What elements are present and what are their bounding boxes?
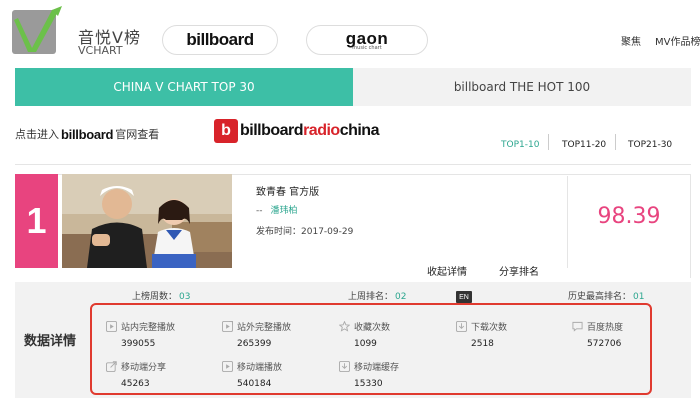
metric-mobile-share: 移动端分享 45263 (106, 360, 166, 389)
tab-china-v-chart[interactable]: CHINA V CHART TOP 30 (15, 68, 353, 106)
release-date: 2017-09-29 (301, 227, 354, 237)
billboard-site-link[interactable]: 点击进入 billboard 官网查看 (15, 126, 159, 142)
metric-baidu-heat: 百度热度 572706 (572, 320, 623, 349)
link-suffix: 官网查看 (115, 128, 160, 141)
share-icon (106, 361, 117, 372)
weeks-on-chart-value: 03 (179, 292, 191, 302)
brc-radio: radio (303, 122, 340, 139)
metric-value: 265399 (237, 339, 272, 349)
logo-subtitle: VCHART (78, 44, 123, 57)
metric-external-full-play: 站外完整播放 265399 (222, 320, 291, 349)
external-play-icon (222, 321, 233, 332)
weeks-on-chart-label: 上榜周数： (132, 292, 178, 302)
metric-site-full-play: 站内完整播放 399055 (106, 320, 175, 349)
metric-favorites: 收藏次数 1099 (339, 320, 390, 349)
divider (15, 164, 691, 165)
billboard-inline-logo: billboard (61, 126, 114, 142)
metric-label: 站内完整播放 (121, 323, 176, 333)
metric-value: 15330 (354, 379, 383, 389)
billboard-b-icon: b (214, 119, 238, 143)
range-tab-top1-10[interactable]: TOP1-10 (501, 140, 539, 150)
tab-billboard-hot-100[interactable]: billboard THE HOT 100 (353, 68, 691, 106)
metric-label: 收藏次数 (354, 323, 391, 333)
metric-value: 572706 (587, 339, 622, 349)
peak-rank-value: 01 (633, 292, 645, 302)
gaon-logo: gaon (345, 28, 389, 48)
weeks-on-chart: 上榜周数： 03 (132, 289, 190, 302)
comment-icon (572, 321, 583, 332)
metric-label: 站外完整播放 (237, 323, 292, 333)
gaon-partner-button[interactable]: gaon music chart (306, 25, 428, 55)
site-header: 音悦V榜 VCHART billboard gaon music chart 聚… (0, 0, 700, 68)
metric-value: 1099 (354, 339, 377, 349)
star-icon (339, 321, 350, 332)
artist-prefix: -- (256, 206, 263, 216)
brc-china: china (339, 122, 380, 139)
peak-rank: 历史最高排名： 01 (568, 289, 644, 302)
song-artist-line: -- 潘玮柏 (256, 203, 298, 216)
artist-link[interactable]: 潘玮柏 (271, 206, 298, 216)
brc-billboard: billboard (240, 122, 304, 139)
metric-value: 2518 (471, 339, 494, 349)
metric-mobile-play: 移动端播放 540184 (222, 360, 282, 389)
peak-rank-label: 历史最高排名： (568, 292, 632, 302)
metric-label: 百度热度 (587, 323, 624, 333)
metric-downloads: 下载次数 2518 (456, 320, 507, 349)
billboard-partner-button[interactable]: billboard (162, 25, 278, 55)
nav-link-focus[interactable]: 聚焦 (621, 33, 641, 48)
release-date-line: 发布时间：2017-09-29 (256, 224, 353, 237)
share-rank-button[interactable]: 分享排名 (499, 263, 539, 278)
link-prefix: 点击进入 (15, 128, 59, 141)
release-date-label: 发布时间： (256, 227, 302, 237)
vchart-logo-icon[interactable] (12, 6, 70, 56)
en-badge[interactable]: EN (456, 291, 472, 303)
range-tab-top11-20[interactable]: TOP11-20 (562, 140, 606, 150)
download-icon (456, 321, 467, 332)
metric-label: 下载次数 (471, 323, 508, 333)
chart-score: 98.39 (597, 204, 661, 229)
range-tab-top21-30[interactable]: TOP21-30 (628, 140, 672, 150)
gaon-logo-subtitle: music chart (352, 44, 382, 51)
billboard-logo: billboard (186, 30, 254, 49)
billboard-radio-china-logo[interactable]: b billboardradiochina (214, 119, 379, 143)
nav-link-mv-works[interactable]: MV作品榜 (655, 33, 700, 48)
card-border (690, 174, 691, 278)
range-divider (548, 134, 549, 150)
play-icon (106, 321, 117, 332)
metric-label: 移动端缓存 (354, 363, 400, 373)
metric-value: 399055 (121, 339, 156, 349)
song-thumbnail[interactable] (62, 174, 232, 268)
chart-tabs: CHINA V CHART TOP 30 billboard THE HOT 1… (15, 68, 691, 106)
mobile-play-icon (222, 361, 233, 372)
collapse-details-button[interactable]: 收起详情 (427, 263, 467, 278)
last-week-rank-label: 上周排名： (348, 292, 394, 302)
metric-value: 45263 (121, 379, 150, 389)
range-divider (615, 134, 616, 150)
cache-icon (339, 361, 350, 372)
song-title[interactable]: 致青春 官方版 (256, 183, 319, 198)
last-week-rank: 上周排名： 02 (348, 289, 406, 302)
data-details-label: 数据详情 (24, 334, 77, 349)
metric-mobile-cache: 移动端缓存 15330 (339, 360, 399, 389)
rank-number: 1 (15, 174, 58, 268)
metric-label: 移动端播放 (237, 363, 283, 373)
metric-value: 540184 (237, 379, 272, 389)
metric-label: 移动端分享 (121, 363, 167, 373)
last-week-rank-value: 02 (395, 292, 407, 302)
